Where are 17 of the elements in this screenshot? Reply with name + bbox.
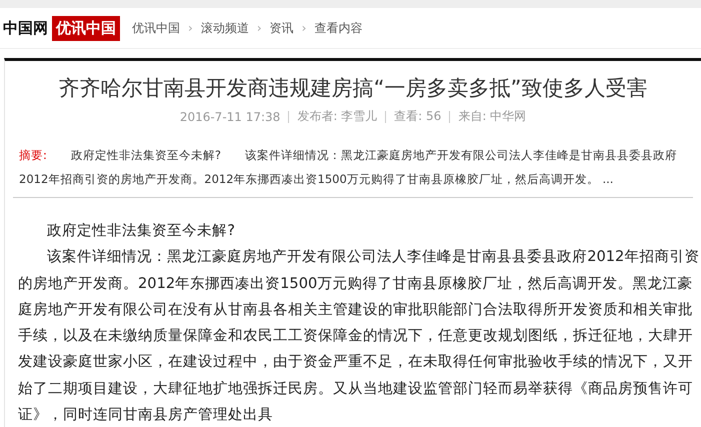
- article-paragraph: 该案件详细情况：黑龙江豪庭房地产开发有限公司法人李佳峰是甘南县县委县政府2012年招商引资的房地产开发商。2012年东挪西凑出资1500万元购得了甘南县原橡胶厂址，然后高调开发。黑龙江豪庭房地产开发有限公司在没有从甘南县各相关主管建设的审批职能部门合法取得所开发资质和相关审批手续，以及在未缴纳质量保障金和农民工工资保障金的情况下，任意更改规划图纸，拆迁征地，大肆开发建设豪庭世家小区，在建设过程中，由于资金严重不足，在未取得任何审批验收手续的情况下，又开始了二期项目建设，大肆征地扩地强拆迁民房。又从当地建设监管部门轻而易举获得《商品房预售许可证》，同时连同甘南县房产管理处出具: [18, 247, 700, 426]
- breadcrumb-separator: ›: [188, 21, 193, 35]
- article-meta: 发布者: 李雪儿: [297, 108, 378, 125]
- article-paragraph: 政府定性非法集资至今未解?: [46, 221, 236, 241]
- article-meta: 2016-7-11 17:38: [180, 110, 280, 124]
- article-meta: 来自: 中华网: [458, 108, 526, 125]
- summary-text: 摘要: 政府定性非法集资至今未解? 该案件详细情况：黑龙江豪庭房地产开发有限公司法人李佳峰是甘南县县委县政府2012年招商引资的房地产开发商。2012年东挪西凑出资1500万元购得了甘南县原橡胶厂址，然后高调开发。 ...: [19, 147, 678, 188]
- breadcrumb-separator: ›: [302, 21, 306, 35]
- breadcrumb-link[interactable]: 资讯: [270, 20, 294, 36]
- breadcrumb-link[interactable]: 优讯中国: [132, 20, 180, 36]
- breadcrumb-link[interactable]: 滚动频道: [200, 20, 249, 36]
- breadcrumb-link[interactable]: 查看内容: [314, 20, 362, 36]
- channel-logo[interactable]: 优讯中国: [52, 16, 120, 40]
- breadcrumb-separator: ›: [256, 21, 262, 35]
- article-title: 齐齐哈尔甘南县开发商违规建房搞“一房多卖多抵”致使多人受害: [58, 75, 648, 102]
- article-meta: 查看: 56: [394, 108, 442, 125]
- site-logo-text[interactable]: 中国网: [3, 18, 48, 38]
